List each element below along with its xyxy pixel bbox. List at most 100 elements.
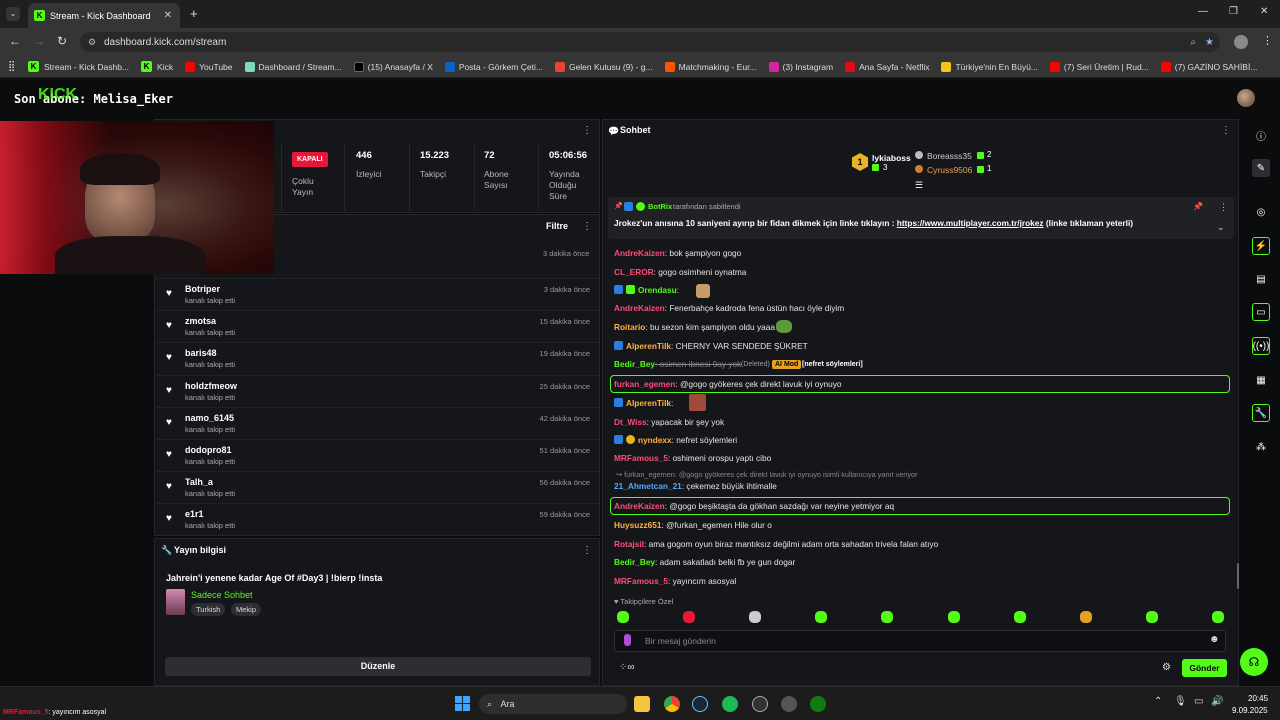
apps-grid-icon[interactable]: ⣿ bbox=[8, 61, 15, 72]
address-bar[interactable]: ⚙ dashboard.kick.com/stream ⌕ ★ bbox=[80, 32, 1220, 52]
chat-username[interactable]: MRFamous_5 bbox=[614, 576, 668, 586]
chat-settings-icon[interactable]: ⚙ bbox=[1162, 662, 1171, 673]
emoji-icon[interactable]: ☻ bbox=[1209, 634, 1220, 645]
microphone-icon[interactable]: 🎙 bbox=[1174, 696, 1187, 707]
bookmark-item[interactable]: K Stream - Kick Dashb... bbox=[28, 61, 129, 72]
bookmark-item[interactable]: (15) Anasayfa / X bbox=[353, 61, 433, 72]
chat-username[interactable]: 21_Ahmetcan_21 bbox=[614, 481, 682, 491]
chrome-icon[interactable] bbox=[664, 696, 680, 712]
chat-scrollbar[interactable] bbox=[1237, 563, 1239, 589]
close-tab-icon[interactable]: ✕ bbox=[164, 10, 172, 21]
wrench-tool-icon[interactable]: 🔧 bbox=[1252, 404, 1270, 422]
back-icon[interactable]: ← bbox=[9, 34, 21, 48]
activity-menu-icon[interactable]: ⋮ bbox=[582, 221, 592, 232]
windows-start-icon[interactable] bbox=[455, 696, 470, 711]
stream-info-menu-icon[interactable]: ⋮ bbox=[582, 545, 592, 556]
chat-tools-icon[interactable]: ⁘∞ bbox=[619, 662, 635, 673]
chat-username[interactable]: AlperenTilk bbox=[626, 341, 671, 351]
emote-shortcut[interactable] bbox=[815, 611, 827, 623]
maximize-button[interactable]: ❐ bbox=[1229, 6, 1238, 17]
taskbar-search[interactable]: ⌕ Ara bbox=[479, 694, 627, 714]
follower-name[interactable]: namo_6145 bbox=[185, 413, 234, 423]
tab-kick-dashboard[interactable]: K Stream - Kick Dashboard ✕ bbox=[28, 3, 180, 28]
follower-name[interactable]: Talh_a bbox=[185, 477, 213, 487]
tray-chevron-icon[interactable]: ⌃ bbox=[1154, 696, 1162, 707]
follower-name[interactable]: holdzfmeow bbox=[185, 381, 237, 391]
layout-icon[interactable]: ▦ bbox=[1252, 371, 1270, 389]
follower-name[interactable]: Botriper bbox=[185, 284, 220, 294]
minimize-button[interactable]: — bbox=[1198, 6, 1208, 17]
new-tab-button[interactable]: + bbox=[190, 6, 198, 21]
edit-stream-button[interactable]: Düzenle bbox=[165, 657, 591, 676]
support-headset-icon[interactable]: ☊ bbox=[1240, 648, 1268, 676]
clock-time[interactable]: 20:45 bbox=[1248, 694, 1268, 703]
clock-date[interactable]: 9.09.2025 bbox=[1232, 706, 1268, 715]
nodes-icon[interactable]: ⁂ bbox=[1252, 438, 1270, 456]
emote-shortcut[interactable] bbox=[1146, 611, 1158, 623]
filter-button[interactable]: Filtre bbox=[546, 221, 568, 231]
pinned-link[interactable]: https://www.multiplayer.com.tr/jrokez bbox=[897, 218, 1044, 228]
emote-shortcut[interactable] bbox=[881, 611, 893, 623]
emote-shortcut[interactable] bbox=[683, 611, 695, 623]
bookmark-item[interactable]: (3) Instagram bbox=[768, 61, 833, 72]
profile-avatar[interactable] bbox=[1234, 35, 1248, 49]
bookmark-item[interactable]: Dashboard / Stream... bbox=[244, 61, 342, 72]
emote-shortcut[interactable] bbox=[617, 611, 629, 623]
bookmark-item[interactable]: K Kick bbox=[141, 61, 173, 72]
chat-username[interactable]: Bedir_Bey bbox=[614, 557, 655, 567]
follower-name[interactable]: zmotsa bbox=[185, 316, 216, 326]
chat-username[interactable]: nyndexx bbox=[638, 435, 672, 445]
unpin-icon[interactable]: 📌 bbox=[1193, 202, 1203, 211]
chat-username[interactable]: MRFamous_5 bbox=[614, 453, 668, 463]
zoom-icon[interactable]: ⌕ bbox=[1190, 37, 1196, 48]
bookmark-item[interactable]: YouTube bbox=[185, 61, 233, 72]
chat-username[interactable]: CL_EROR bbox=[614, 267, 654, 277]
emote-shortcut[interactable] bbox=[1212, 611, 1224, 623]
send-button[interactable]: Gönder bbox=[1182, 659, 1227, 677]
multistream-badge[interactable]: KAPALI bbox=[292, 152, 328, 167]
chat-username[interactable]: Orendasu bbox=[638, 285, 677, 295]
game-icon[interactable] bbox=[781, 696, 797, 712]
pinned-menu-icon[interactable]: ⋮ bbox=[1219, 202, 1228, 213]
obs-icon[interactable] bbox=[752, 696, 768, 712]
broadcast-icon[interactable]: ((•)) bbox=[1252, 337, 1270, 355]
network-icon[interactable]: ▭ bbox=[1194, 696, 1203, 707]
document-icon[interactable]: ▤ bbox=[1252, 270, 1270, 288]
bookmark-star-icon[interactable]: ★ bbox=[1205, 37, 1214, 48]
emote-shortcut[interactable] bbox=[1080, 611, 1092, 623]
bookmark-item[interactable]: (7) GAZİNO SAHİBİ... bbox=[1160, 61, 1257, 72]
chat-username[interactable]: AlperenTilk bbox=[626, 398, 671, 408]
panel-menu-icon[interactable]: ⋮ bbox=[582, 125, 592, 136]
bookmark-item[interactable]: Matchmaking - Eur... bbox=[664, 61, 757, 72]
chat-username[interactable]: AndreKaizen bbox=[614, 303, 665, 313]
follower-name[interactable]: dodopro81 bbox=[185, 445, 232, 455]
emote-shortcut[interactable] bbox=[1014, 611, 1026, 623]
emote-shortcut[interactable] bbox=[948, 611, 960, 623]
expand-leaderboard-icon[interactable]: ☰ bbox=[915, 180, 923, 191]
follower-name[interactable]: baris48 bbox=[185, 348, 217, 358]
chat-icon[interactable]: ▭ bbox=[1252, 303, 1270, 321]
chat-username[interactable]: Bedir_Bey bbox=[614, 359, 655, 369]
user-avatar[interactable] bbox=[1237, 89, 1255, 107]
target-icon[interactable]: ◎ bbox=[1252, 203, 1270, 221]
close-window-button[interactable]: ✕ bbox=[1260, 6, 1268, 17]
chat-menu-icon[interactable]: ⋮ bbox=[1221, 125, 1231, 136]
chat-username[interactable]: Huysuzz651 bbox=[614, 520, 662, 530]
info-icon[interactable]: ⓘ bbox=[1252, 126, 1270, 144]
file-explorer-icon[interactable] bbox=[634, 696, 650, 712]
chevron-down-icon[interactable]: ⌄ bbox=[1217, 222, 1225, 233]
steam-icon[interactable] bbox=[692, 696, 708, 712]
bookmark-item[interactable]: Posta - Görkem Çeti... bbox=[444, 61, 543, 72]
chat-username[interactable]: AndreKaizen bbox=[614, 501, 665, 511]
forward-icon[interactable]: → bbox=[33, 34, 45, 48]
follower-name[interactable]: e1r1 bbox=[185, 509, 204, 519]
volume-icon[interactable]: 🔊 bbox=[1211, 696, 1223, 707]
pen-icon[interactable]: ✎ bbox=[1252, 159, 1270, 177]
xbox-icon[interactable] bbox=[810, 696, 826, 712]
lightning-icon[interactable]: ⚡ bbox=[1252, 237, 1270, 255]
chat-username[interactable]: furkan_egemen bbox=[614, 379, 675, 389]
chat-username[interactable]: Dt_Wiss bbox=[614, 417, 647, 427]
browser-menu-icon[interactable]: ⋮ bbox=[1262, 34, 1273, 47]
reload-icon[interactable]: ↻ bbox=[57, 34, 67, 48]
tab-list-button[interactable]: ⌄ bbox=[6, 7, 20, 21]
